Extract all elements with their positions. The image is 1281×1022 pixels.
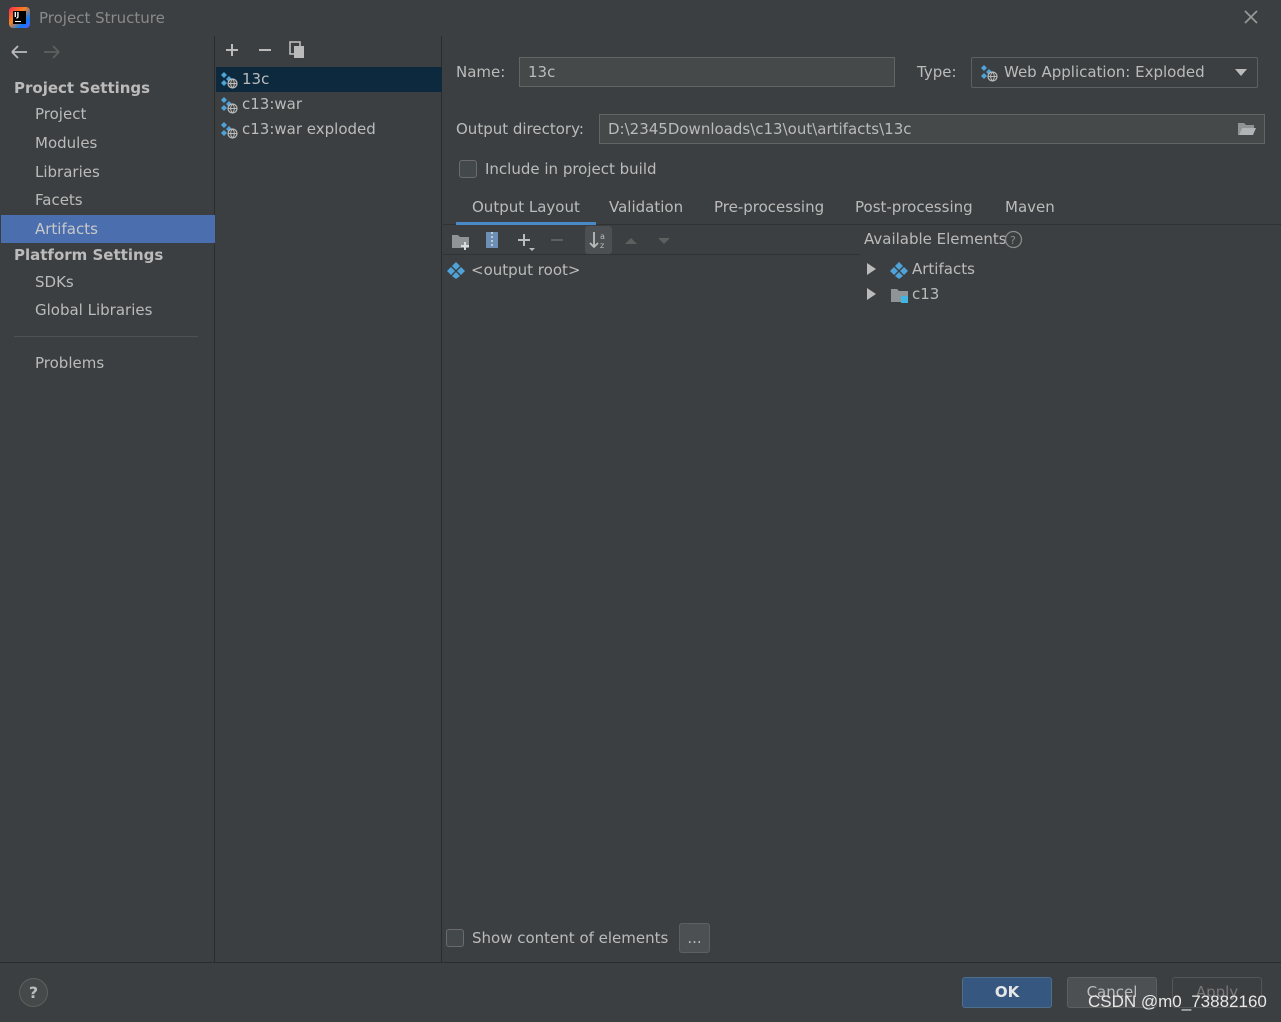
show-content-checkbox[interactable]: [446, 929, 464, 947]
output-directory-input[interactable]: D:\2345Downloads\c13\out\artifacts\13c: [599, 114, 1265, 144]
nav-item-project[interactable]: Project: [1, 100, 215, 128]
artifact-label: c13:war: [242, 95, 303, 113]
type-select-value: Web Application: Exploded: [1004, 63, 1205, 81]
new-directory-icon[interactable]: [450, 230, 472, 252]
available-item-c13[interactable]: c13: [866, 282, 939, 306]
nav-item-sdks[interactable]: SDKs: [1, 268, 215, 296]
available-item-label: c13: [912, 285, 940, 303]
name-label: Name:: [456, 63, 506, 81]
help-circle-icon[interactable]: ?: [1004, 230, 1023, 249]
sort-alphabetically-icon: a z: [589, 232, 605, 250]
title-bar: [0, 0, 1281, 36]
artifacts-list-pane: [216, 36, 442, 962]
module-folder-icon: [891, 289, 908, 303]
type-select[interactable]: Web Application: Exploded: [971, 57, 1258, 88]
svg-text:?: ?: [1010, 234, 1016, 247]
move-down-icon[interactable]: [653, 230, 675, 252]
artifact-item-13c[interactable]: 13c: [216, 67, 442, 92]
intellij-logo-icon: IJ: [9, 7, 30, 28]
remove-artifact-minus-icon[interactable]: [254, 39, 276, 61]
project-settings-header: Project Settings: [14, 79, 151, 97]
layout-toolbar-divider: [443, 254, 860, 255]
add-element-plus-icon[interactable]: [514, 230, 536, 252]
output-root-node[interactable]: <output root>: [447, 258, 580, 282]
tab-validation[interactable]: Validation: [609, 192, 683, 222]
include-in-build-label: Include in project build: [485, 160, 657, 178]
output-root-label: <output root>: [471, 261, 581, 279]
help-icon[interactable]: ?: [19, 978, 48, 1007]
web-artifact-icon: [221, 97, 238, 114]
output-directory-value: D:\2345Downloads\c13\out\artifacts\13c: [608, 120, 912, 138]
show-content-label: Show content of elements: [472, 929, 669, 947]
forward-arrow-icon[interactable]: [41, 41, 63, 63]
type-label: Type:: [917, 63, 957, 81]
nav-item-global-libraries[interactable]: Global Libraries: [1, 296, 215, 324]
web-artifact-icon: [221, 72, 238, 89]
ok-button[interactable]: OK: [962, 977, 1052, 1008]
sort-toggle-button[interactable]: a z: [585, 226, 612, 254]
include-in-build-checkbox[interactable]: [459, 160, 477, 178]
available-elements-label: Available Elements: [864, 230, 1007, 248]
tab-pre-processing[interactable]: Pre-processing: [714, 192, 824, 222]
web-artifact-icon: [981, 65, 998, 82]
output-root-icon: [447, 262, 465, 279]
create-archive-icon[interactable]: [481, 229, 503, 251]
svg-text:z: z: [600, 241, 604, 250]
remove-element-minus-icon[interactable]: [546, 230, 568, 252]
folder-open-icon[interactable]: [1237, 120, 1257, 138]
window-title: Project Structure: [39, 9, 165, 27]
tab-post-processing[interactable]: Post-processing: [855, 192, 973, 222]
nav-divider: [14, 336, 198, 337]
nav-item-artifacts[interactable]: Artifacts: [1, 215, 215, 243]
platform-settings-header: Platform Settings: [14, 246, 164, 264]
nav-item-modules[interactable]: Modules: [1, 129, 215, 157]
back-arrow-icon[interactable]: [8, 41, 30, 63]
artifact-label: c13:war exploded: [242, 120, 376, 138]
artifact-label: 13c: [242, 70, 270, 88]
copy-artifact-icon[interactable]: [286, 39, 308, 61]
close-icon[interactable]: [1241, 7, 1261, 27]
project-structure-dialog: IJ Project Structure Project Settings Pr…: [0, 0, 1281, 1022]
expand-arrow-icon[interactable]: [866, 263, 877, 275]
csdn-watermark: CSDN @m0_73882160: [1088, 992, 1267, 1011]
svg-text:a: a: [600, 232, 605, 241]
tab-output-layout[interactable]: Output Layout: [456, 192, 596, 225]
move-up-icon[interactable]: [620, 230, 642, 252]
available-item-artifacts[interactable]: Artifacts: [866, 257, 975, 281]
chevron-down-icon: [1235, 69, 1247, 76]
output-directory-label: Output directory:: [456, 120, 584, 138]
expand-arrow-icon[interactable]: [866, 288, 877, 300]
nav-item-libraries[interactable]: Libraries: [1, 158, 215, 186]
web-artifact-icon: [221, 122, 238, 139]
available-item-label: Artifacts: [912, 260, 975, 278]
artifact-item-c13-war-exploded[interactable]: c13:war exploded: [216, 117, 442, 142]
add-artifact-plus-icon[interactable]: [221, 39, 243, 61]
more-options-button[interactable]: ...: [679, 923, 710, 953]
artifacts-icon: [890, 262, 908, 279]
tab-maven[interactable]: Maven: [1005, 192, 1055, 222]
name-input[interactable]: [519, 57, 895, 87]
nav-item-problems[interactable]: Problems: [1, 349, 215, 377]
nav-item-facets[interactable]: Facets: [1, 186, 215, 214]
artifact-item-c13-war[interactable]: c13:war: [216, 92, 442, 117]
